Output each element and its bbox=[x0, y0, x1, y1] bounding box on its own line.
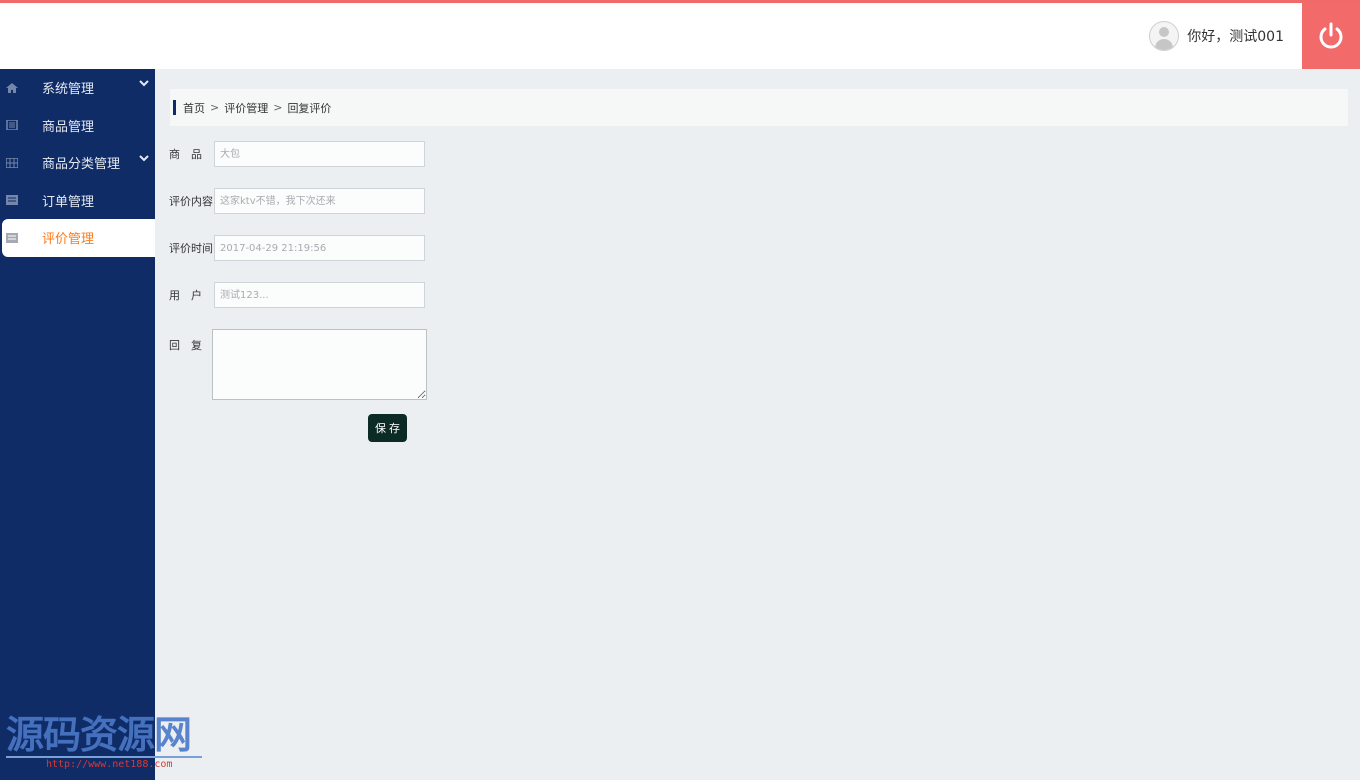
sidebar-item-system[interactable]: 系统管理 bbox=[0, 69, 155, 107]
form-row-product: 商 品 bbox=[169, 141, 425, 167]
review-content-input[interactable] bbox=[214, 188, 425, 214]
power-icon bbox=[1319, 22, 1343, 49]
product-label: 商 品 bbox=[169, 148, 202, 161]
breadcrumb-marker bbox=[173, 100, 176, 115]
review-time-input[interactable] bbox=[214, 235, 425, 261]
chevron-down-icon bbox=[139, 80, 149, 87]
grid-icon bbox=[6, 157, 18, 168]
sidebar: 系统管理 商品管理 商品分类管理 订单管理 评价管理 bbox=[0, 69, 155, 780]
form-row-content: 评价内容 bbox=[169, 188, 425, 214]
list-icon bbox=[6, 120, 18, 131]
home-icon bbox=[6, 82, 18, 93]
logout-button[interactable] bbox=[1302, 3, 1360, 69]
sidebar-item-orders[interactable]: 订单管理 bbox=[0, 182, 155, 220]
sidebar-item-label: 商品管理 bbox=[42, 119, 95, 135]
time-label: 评价时间 bbox=[169, 242, 213, 255]
user-label: 用 户 bbox=[169, 289, 202, 302]
breadcrumb-reviews[interactable]: 评价管理 bbox=[224, 100, 268, 116]
user-greeting: 你好，测试001 bbox=[1187, 29, 1284, 45]
sidebar-item-label: 评价管理 bbox=[42, 232, 95, 248]
form-row-time: 评价时间 bbox=[169, 235, 425, 261]
breadcrumb-current: 回复评价 bbox=[287, 101, 332, 115]
product-input[interactable] bbox=[214, 141, 425, 167]
reply-textarea[interactable] bbox=[212, 329, 427, 400]
sidebar-item-label: 系统管理 bbox=[42, 82, 95, 98]
watermark-title: 源码资源网 bbox=[6, 713, 192, 757]
user-info: 你好，测试001 bbox=[1149, 3, 1284, 69]
sidebar-item-label: 订单管理 bbox=[42, 194, 95, 210]
document-icon bbox=[6, 232, 18, 243]
sidebar-item-reviews[interactable]: 评价管理 bbox=[2, 219, 155, 257]
form-row-user: 用 户 bbox=[169, 282, 425, 308]
main-content: 首页 > 评价管理 > 回复评价 商 品 评价内容 评价时间 用 户 回 复 保… bbox=[155, 69, 1360, 780]
sidebar-item-label: 商品分类管理 bbox=[42, 157, 121, 173]
breadcrumb: 首页 > 评价管理 > 回复评价 bbox=[170, 89, 1348, 126]
sidebar-item-products[interactable]: 商品管理 bbox=[0, 107, 155, 145]
top-header: 你好，测试001 bbox=[0, 3, 1360, 69]
document-icon bbox=[6, 195, 18, 206]
avatar bbox=[1149, 21, 1180, 51]
form-row-reply: 回 复 bbox=[169, 329, 427, 400]
save-button[interactable]: 保存 bbox=[368, 414, 407, 442]
reply-label: 回 复 bbox=[169, 339, 202, 352]
watermark-url: http://www.net188.com bbox=[46, 759, 173, 770]
content-label: 评价内容 bbox=[169, 195, 213, 208]
user-input[interactable] bbox=[214, 282, 425, 308]
watermark: 源码资源网 http://www.net188.com bbox=[6, 712, 206, 778]
breadcrumb-home[interactable]: 首页 bbox=[183, 100, 205, 116]
breadcrumb-separator: > bbox=[273, 101, 283, 114]
chevron-down-icon bbox=[139, 155, 149, 162]
sidebar-item-categories[interactable]: 商品分类管理 bbox=[0, 144, 155, 182]
breadcrumb-separator: > bbox=[210, 101, 220, 114]
